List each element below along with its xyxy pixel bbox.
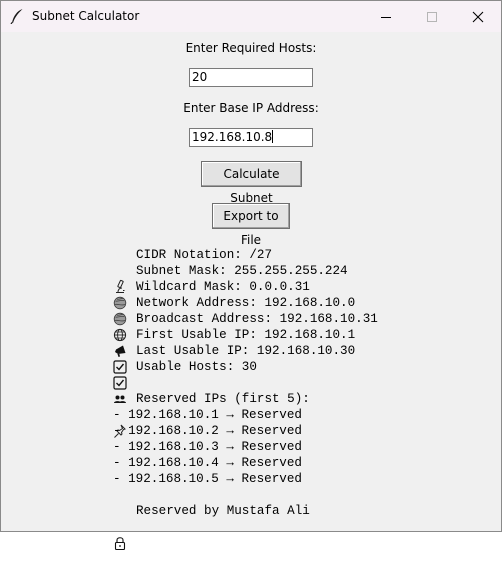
globe-icon xyxy=(113,263,127,310)
checkbox-icon xyxy=(113,343,127,390)
subnet-mask-text: Subnet Mask: 255.255.255.224 xyxy=(136,264,348,278)
close-button[interactable] xyxy=(455,1,501,32)
hosts-input-value: 20 xyxy=(192,70,208,84)
results-panel: CIDR Notation: /27 Subnet Mask: 255.255.… xyxy=(113,247,378,551)
footer-line: Reserved by Mustafa Ali xyxy=(113,503,378,551)
last-usable-text: Last Usable IP: 192.168.10.30 xyxy=(136,344,356,358)
feather-icon xyxy=(10,8,24,25)
maximize-button xyxy=(409,1,455,32)
wildcard-mask-line: Wildcard Mask: 0.0.0.31 xyxy=(113,279,378,326)
close-icon xyxy=(472,11,484,22)
reserved-ip-item: - 192.168.10.3 → Reserved xyxy=(113,440,302,454)
export-to-file-button[interactable]: Export to File xyxy=(212,203,290,247)
microscope-icon xyxy=(113,247,127,293)
cidr-text: CIDR Notation: /27 xyxy=(136,248,273,262)
window-title: Subnet Calculator xyxy=(32,9,140,23)
people-icon xyxy=(113,359,127,403)
first-usable-text: First Usable IP: 192.168.10.1 xyxy=(136,328,356,342)
pushpin-icon xyxy=(113,391,127,438)
usable-hosts-text: Usable Hosts: 30 xyxy=(136,360,257,374)
cidr-line: CIDR Notation: /27 xyxy=(113,247,378,293)
globe-icon xyxy=(113,279,127,326)
minimize-button[interactable] xyxy=(363,1,409,32)
globe-meridians-icon xyxy=(113,295,127,342)
broadcast-address-text: Broadcast Address: 192.168.10.31 xyxy=(136,312,378,326)
hosts-input[interactable]: 20 xyxy=(189,68,313,87)
app-window: Subnet Calculator Enter Required Hosts: … xyxy=(0,0,502,551)
checkbox-icon xyxy=(113,327,127,374)
ip-input-value: 192.168.10.8 xyxy=(192,130,273,144)
reserved-ip-item: - 192.168.10.2 → Reserved xyxy=(113,424,302,438)
footer-text: Reserved by Mustafa Ali xyxy=(136,504,310,518)
reserved-header-line: Reserved IPs (first 5): xyxy=(113,391,378,438)
reserved-ip-item: - 192.168.10.4 → Reserved xyxy=(113,456,302,470)
text-caret xyxy=(272,130,274,143)
ip-input[interactable]: 192.168.10.8 xyxy=(189,128,313,147)
reserved-ip-item: - 192.168.10.1 → Reserved xyxy=(113,408,302,422)
maximize-icon xyxy=(427,11,437,22)
network-address-text: Network Address: 192.168.10.0 xyxy=(136,296,356,310)
network-address-line: Network Address: 192.168.10.0 xyxy=(113,295,378,342)
last-usable-line: Last Usable IP: 192.168.10.30 xyxy=(113,343,378,390)
usable-hosts-line: Usable Hosts: 30 xyxy=(113,359,378,403)
subnet-mask-line: Subnet Mask: 255.255.255.224 xyxy=(113,263,378,310)
calculate-subnet-button[interactable]: Calculate Subnet xyxy=(201,161,302,205)
lock-icon xyxy=(113,503,127,551)
megaphone-icon xyxy=(113,311,127,357)
minimize-icon xyxy=(381,16,391,18)
broadcast-address-line: Broadcast Address: 192.168.10.31 xyxy=(113,311,378,357)
ip-label: Enter Base IP Address: xyxy=(183,101,319,115)
reserved-header-text: Reserved IPs (first 5): xyxy=(136,392,310,406)
title-bar[interactable]: Subnet Calculator xyxy=(1,1,501,32)
hosts-label: Enter Required Hosts: xyxy=(185,41,317,55)
wildcard-mask-text: Wildcard Mask: 0.0.0.31 xyxy=(136,280,310,294)
reserved-ip-item: - 192.168.10.5 → Reserved xyxy=(113,472,302,486)
first-usable-line: First Usable IP: 192.168.10.1 xyxy=(113,327,378,374)
